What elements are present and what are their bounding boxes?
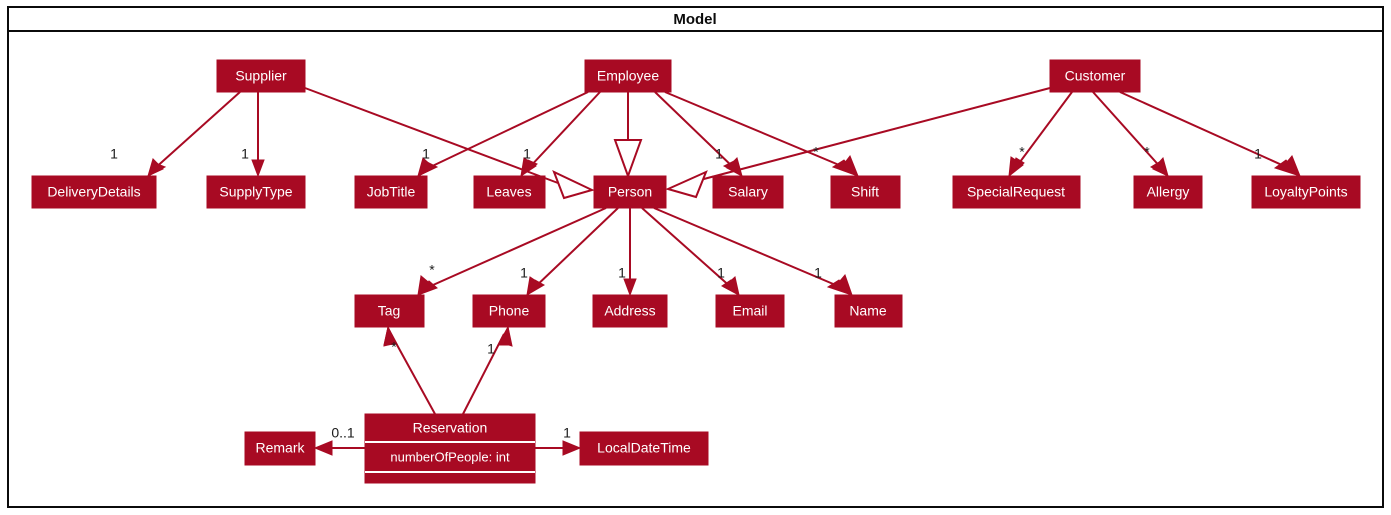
- class-name-label: Name: [849, 303, 887, 319]
- class-name-label: JobTitle: [367, 184, 416, 200]
- edge-customer-allergy: [1092, 91, 1170, 178]
- multiplicity-label: 1: [814, 265, 822, 281]
- class-remark[interactable]: Remark: [244, 431, 316, 466]
- multiplicity-label: 1: [422, 146, 430, 162]
- class-name-label: Salary: [728, 184, 768, 200]
- class-supplier[interactable]: Supplier: [216, 59, 306, 93]
- multiplicity-label: 1: [715, 146, 723, 162]
- class-customer[interactable]: Customer: [1049, 59, 1141, 93]
- multiplicity-label: 1: [563, 425, 571, 441]
- class-person[interactable]: Person: [593, 175, 667, 209]
- edge-supplier-deliverydetails: [146, 91, 241, 178]
- class-name-label: Supplier: [235, 68, 287, 84]
- class-salary[interactable]: Salary: [712, 175, 784, 209]
- class-shift[interactable]: Shift: [830, 175, 901, 209]
- class-name-label: Person: [608, 184, 652, 200]
- multiplicity-label: 1: [520, 265, 528, 281]
- arrowhead-solid: [251, 159, 265, 178]
- class-name-label: Shift: [851, 184, 879, 200]
- generalization-triangle: [552, 170, 595, 200]
- multiplicity-label: 1: [717, 265, 725, 281]
- class-allergy[interactable]: Allergy: [1133, 175, 1203, 209]
- edge-supplier-person-generalization: [304, 87, 595, 200]
- class-tag[interactable]: Tag: [354, 294, 425, 328]
- edge-employee-person-generalization: [613, 92, 643, 179]
- class-phone[interactable]: Phone: [472, 294, 546, 328]
- class-name-label: Phone: [489, 303, 530, 319]
- arrowhead-solid: [623, 278, 637, 297]
- class-name-label: Tag: [378, 303, 401, 319]
- class-attribute-label: numberOfPeople: int: [390, 449, 510, 464]
- class-specialrequest[interactable]: SpecialRequest: [952, 175, 1081, 209]
- class-supplytype[interactable]: SupplyType: [206, 175, 306, 209]
- class-name-label: SpecialRequest: [967, 184, 1065, 200]
- diagram-canvas: Model Supplier Employee Customer Deliver…: [7, 6, 1384, 508]
- class-name-label: Email: [732, 303, 767, 319]
- class-name-label: Allergy: [1147, 184, 1190, 200]
- class-name-label: LocalDateTime: [597, 440, 691, 456]
- edge-person-phone: [525, 207, 619, 297]
- class-jobtitle[interactable]: JobTitle: [354, 175, 428, 209]
- generalization-triangle: [613, 139, 643, 179]
- class-name-label: Remark: [255, 440, 305, 456]
- multiplicity-label: *: [429, 262, 435, 278]
- class-email[interactable]: Email: [715, 294, 785, 328]
- diagram-title: Model: [673, 11, 716, 28]
- multiplicity-label: 1: [241, 146, 249, 162]
- arrowhead-solid: [723, 276, 740, 296]
- multiplicity-label: *: [1144, 144, 1150, 160]
- classes-layer: Supplier Employee Customer DeliveryDetai…: [31, 59, 1361, 484]
- class-name[interactable]: Name: [834, 294, 903, 328]
- class-employee[interactable]: Employee: [584, 59, 672, 93]
- edge-person-email: [641, 207, 741, 297]
- edge-reservation-remark: [313, 440, 365, 456]
- class-name-label: Reservation: [413, 420, 488, 436]
- generalization-triangle: [665, 170, 708, 199]
- multiplicity-label: 1: [1254, 146, 1262, 162]
- multiplicity-label: 1: [618, 265, 626, 281]
- uml-class-diagram: Model Supplier Employee Customer Deliver…: [0, 0, 1391, 515]
- multiplicity-label: 1: [487, 341, 495, 357]
- class-address[interactable]: Address: [592, 294, 668, 328]
- edge-employee-salary: [654, 91, 744, 178]
- class-name-label: Leaves: [486, 184, 531, 200]
- edge-customer-loyaltypoints: [1119, 91, 1302, 178]
- arrowhead-solid: [562, 440, 582, 456]
- edge-person-name: [653, 207, 854, 297]
- multiplicity-label: *: [1019, 144, 1025, 160]
- class-name-label: DeliveryDetails: [47, 184, 140, 200]
- class-name-label: Employee: [597, 68, 659, 84]
- arrowhead-solid: [147, 158, 164, 177]
- edge-reservation-localdatetime: [535, 440, 582, 456]
- class-name-label: LoyaltyPoints: [1264, 184, 1347, 200]
- edge-supplier-supplytype: [251, 92, 265, 178]
- edge-customer-specialrequest: [1008, 91, 1073, 178]
- arrowhead-solid: [526, 276, 543, 297]
- edge-person-tag: [416, 207, 607, 297]
- edge-person-address: [623, 208, 637, 297]
- class-name-label: SupplyType: [219, 184, 292, 200]
- multiplicity-label: 0..1: [331, 425, 355, 441]
- class-deliverydetails[interactable]: DeliveryDetails: [31, 175, 157, 209]
- multiplicity-label: 1: [110, 146, 118, 162]
- arrowhead-solid: [1280, 155, 1301, 177]
- class-name-label: Address: [604, 303, 655, 319]
- class-reservation[interactable]: Reservation numberOfPeople: int: [364, 413, 536, 484]
- arrowhead-solid: [833, 274, 853, 296]
- multiplicity-label: *: [391, 339, 397, 355]
- class-name-label: Customer: [1065, 68, 1126, 84]
- arrowhead-solid: [839, 154, 859, 177]
- class-loyaltypoints[interactable]: LoyaltyPoints: [1251, 175, 1361, 209]
- multiplicity-label: 1: [523, 146, 531, 162]
- class-localdatetime[interactable]: LocalDateTime: [579, 431, 709, 466]
- multiplicity-label: *: [813, 144, 819, 160]
- arrowhead-solid: [313, 440, 333, 456]
- class-leaves[interactable]: Leaves: [473, 175, 546, 209]
